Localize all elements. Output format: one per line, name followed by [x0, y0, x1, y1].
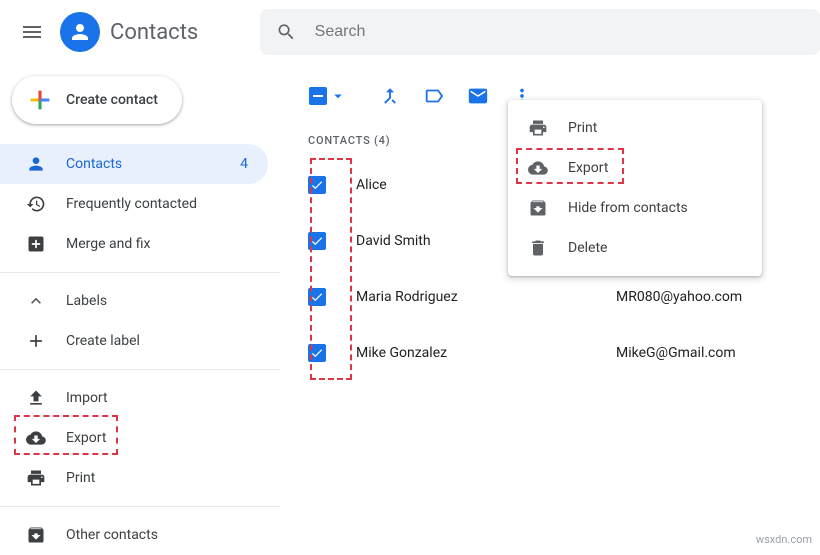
menu-item-hide[interactable]: Hide from contacts: [508, 188, 762, 228]
dropdown-arrow-icon: [329, 87, 347, 105]
label-icon: [423, 85, 445, 107]
divider: [0, 272, 280, 273]
search-input[interactable]: [315, 23, 804, 41]
merge-icon: [26, 234, 46, 254]
context-menu: Print Export Hide from contacts Delete: [508, 100, 762, 276]
sidebar-label: Import: [66, 390, 108, 406]
sidebar-label: Contacts: [66, 156, 122, 172]
create-contact-label: Create contact: [66, 92, 158, 108]
sidebar-item-merge[interactable]: Merge and fix: [0, 224, 268, 264]
search-icon: [276, 21, 296, 43]
create-contact-button[interactable]: Create contact: [12, 76, 182, 124]
sidebar-item-import[interactable]: Import: [0, 378, 268, 418]
add-icon: [26, 331, 46, 351]
merge-button[interactable]: [370, 76, 410, 116]
trash-icon: [528, 238, 548, 258]
history-icon: [26, 194, 46, 214]
archive-icon: [528, 198, 548, 218]
menu-label: Export: [568, 160, 608, 176]
sidebar-label: Other contacts: [66, 527, 158, 543]
divider: [0, 369, 280, 370]
app-title: Contacts: [110, 20, 198, 45]
sidebar-item-export[interactable]: Export: [0, 418, 268, 458]
sidebar-item-create-label[interactable]: Create label: [0, 321, 268, 361]
checkbox-checked[interactable]: [308, 176, 326, 194]
sidebar-label: Merge and fix: [66, 236, 150, 252]
divider: [0, 506, 280, 507]
sidebar-item-contacts[interactable]: Contacts 4: [0, 144, 268, 184]
sidebar-item-print[interactable]: Print: [0, 458, 268, 498]
sidebar-item-other[interactable]: Other contacts: [0, 515, 268, 555]
contact-row[interactable]: Maria Rodriguez MR080@yahoo.com: [280, 269, 820, 325]
cloud-download-icon: [528, 158, 548, 178]
print-icon: [528, 118, 548, 138]
sidebar-label: Export: [66, 430, 106, 446]
select-all-dropdown[interactable]: [308, 76, 348, 116]
menu-item-export[interactable]: Export: [508, 148, 762, 188]
labels-header[interactable]: Labels: [0, 281, 280, 321]
contact-email: MikeG@Gmail.com: [616, 345, 736, 361]
watermark: wsxdn.com: [756, 533, 812, 546]
contact-row[interactable]: Mike Gonzalez MikeG@Gmail.com: [280, 325, 820, 381]
contacts-count: 4: [240, 156, 248, 172]
menu-item-print[interactable]: Print: [508, 108, 762, 148]
app-header: Contacts: [0, 0, 820, 64]
email-icon: [467, 85, 489, 107]
menu-label: Hide from contacts: [568, 200, 688, 216]
menu-label: Print: [568, 120, 597, 136]
contacts-logo-icon: [60, 12, 100, 52]
menu-label: Delete: [568, 240, 607, 256]
sidebar-label: Frequently contacted: [66, 196, 197, 212]
contact-name: Mike Gonzalez: [356, 345, 616, 361]
label-button[interactable]: [414, 76, 454, 116]
plus-icon: [26, 86, 54, 114]
archive-icon: [26, 525, 46, 545]
email-button[interactable]: [458, 76, 498, 116]
menu-item-delete[interactable]: Delete: [508, 228, 762, 268]
sidebar-item-frequent[interactable]: Frequently contacted: [0, 184, 268, 224]
checkbox-checked[interactable]: [308, 232, 326, 250]
upload-icon: [26, 388, 46, 408]
print-icon: [26, 468, 46, 488]
chevron-up-icon: [26, 291, 46, 311]
checkbox-checked[interactable]: [308, 288, 326, 306]
search-box[interactable]: [260, 9, 820, 55]
checkbox-checked[interactable]: [308, 344, 326, 362]
hamburger-menu-icon[interactable]: [20, 20, 44, 44]
indeterminate-checkbox-icon: [309, 87, 327, 105]
labels-text: Labels: [66, 293, 107, 309]
sidebar-label: Create label: [66, 333, 140, 349]
person-icon: [26, 154, 46, 174]
cloud-download-icon: [26, 428, 46, 448]
merge-icon: [379, 85, 401, 107]
contact-email: MR080@yahoo.com: [616, 289, 742, 305]
sidebar-label: Print: [66, 470, 95, 486]
sidebar: Create contact Contacts 4 Frequently con…: [0, 64, 280, 550]
contact-name: Maria Rodriguez: [356, 289, 616, 305]
